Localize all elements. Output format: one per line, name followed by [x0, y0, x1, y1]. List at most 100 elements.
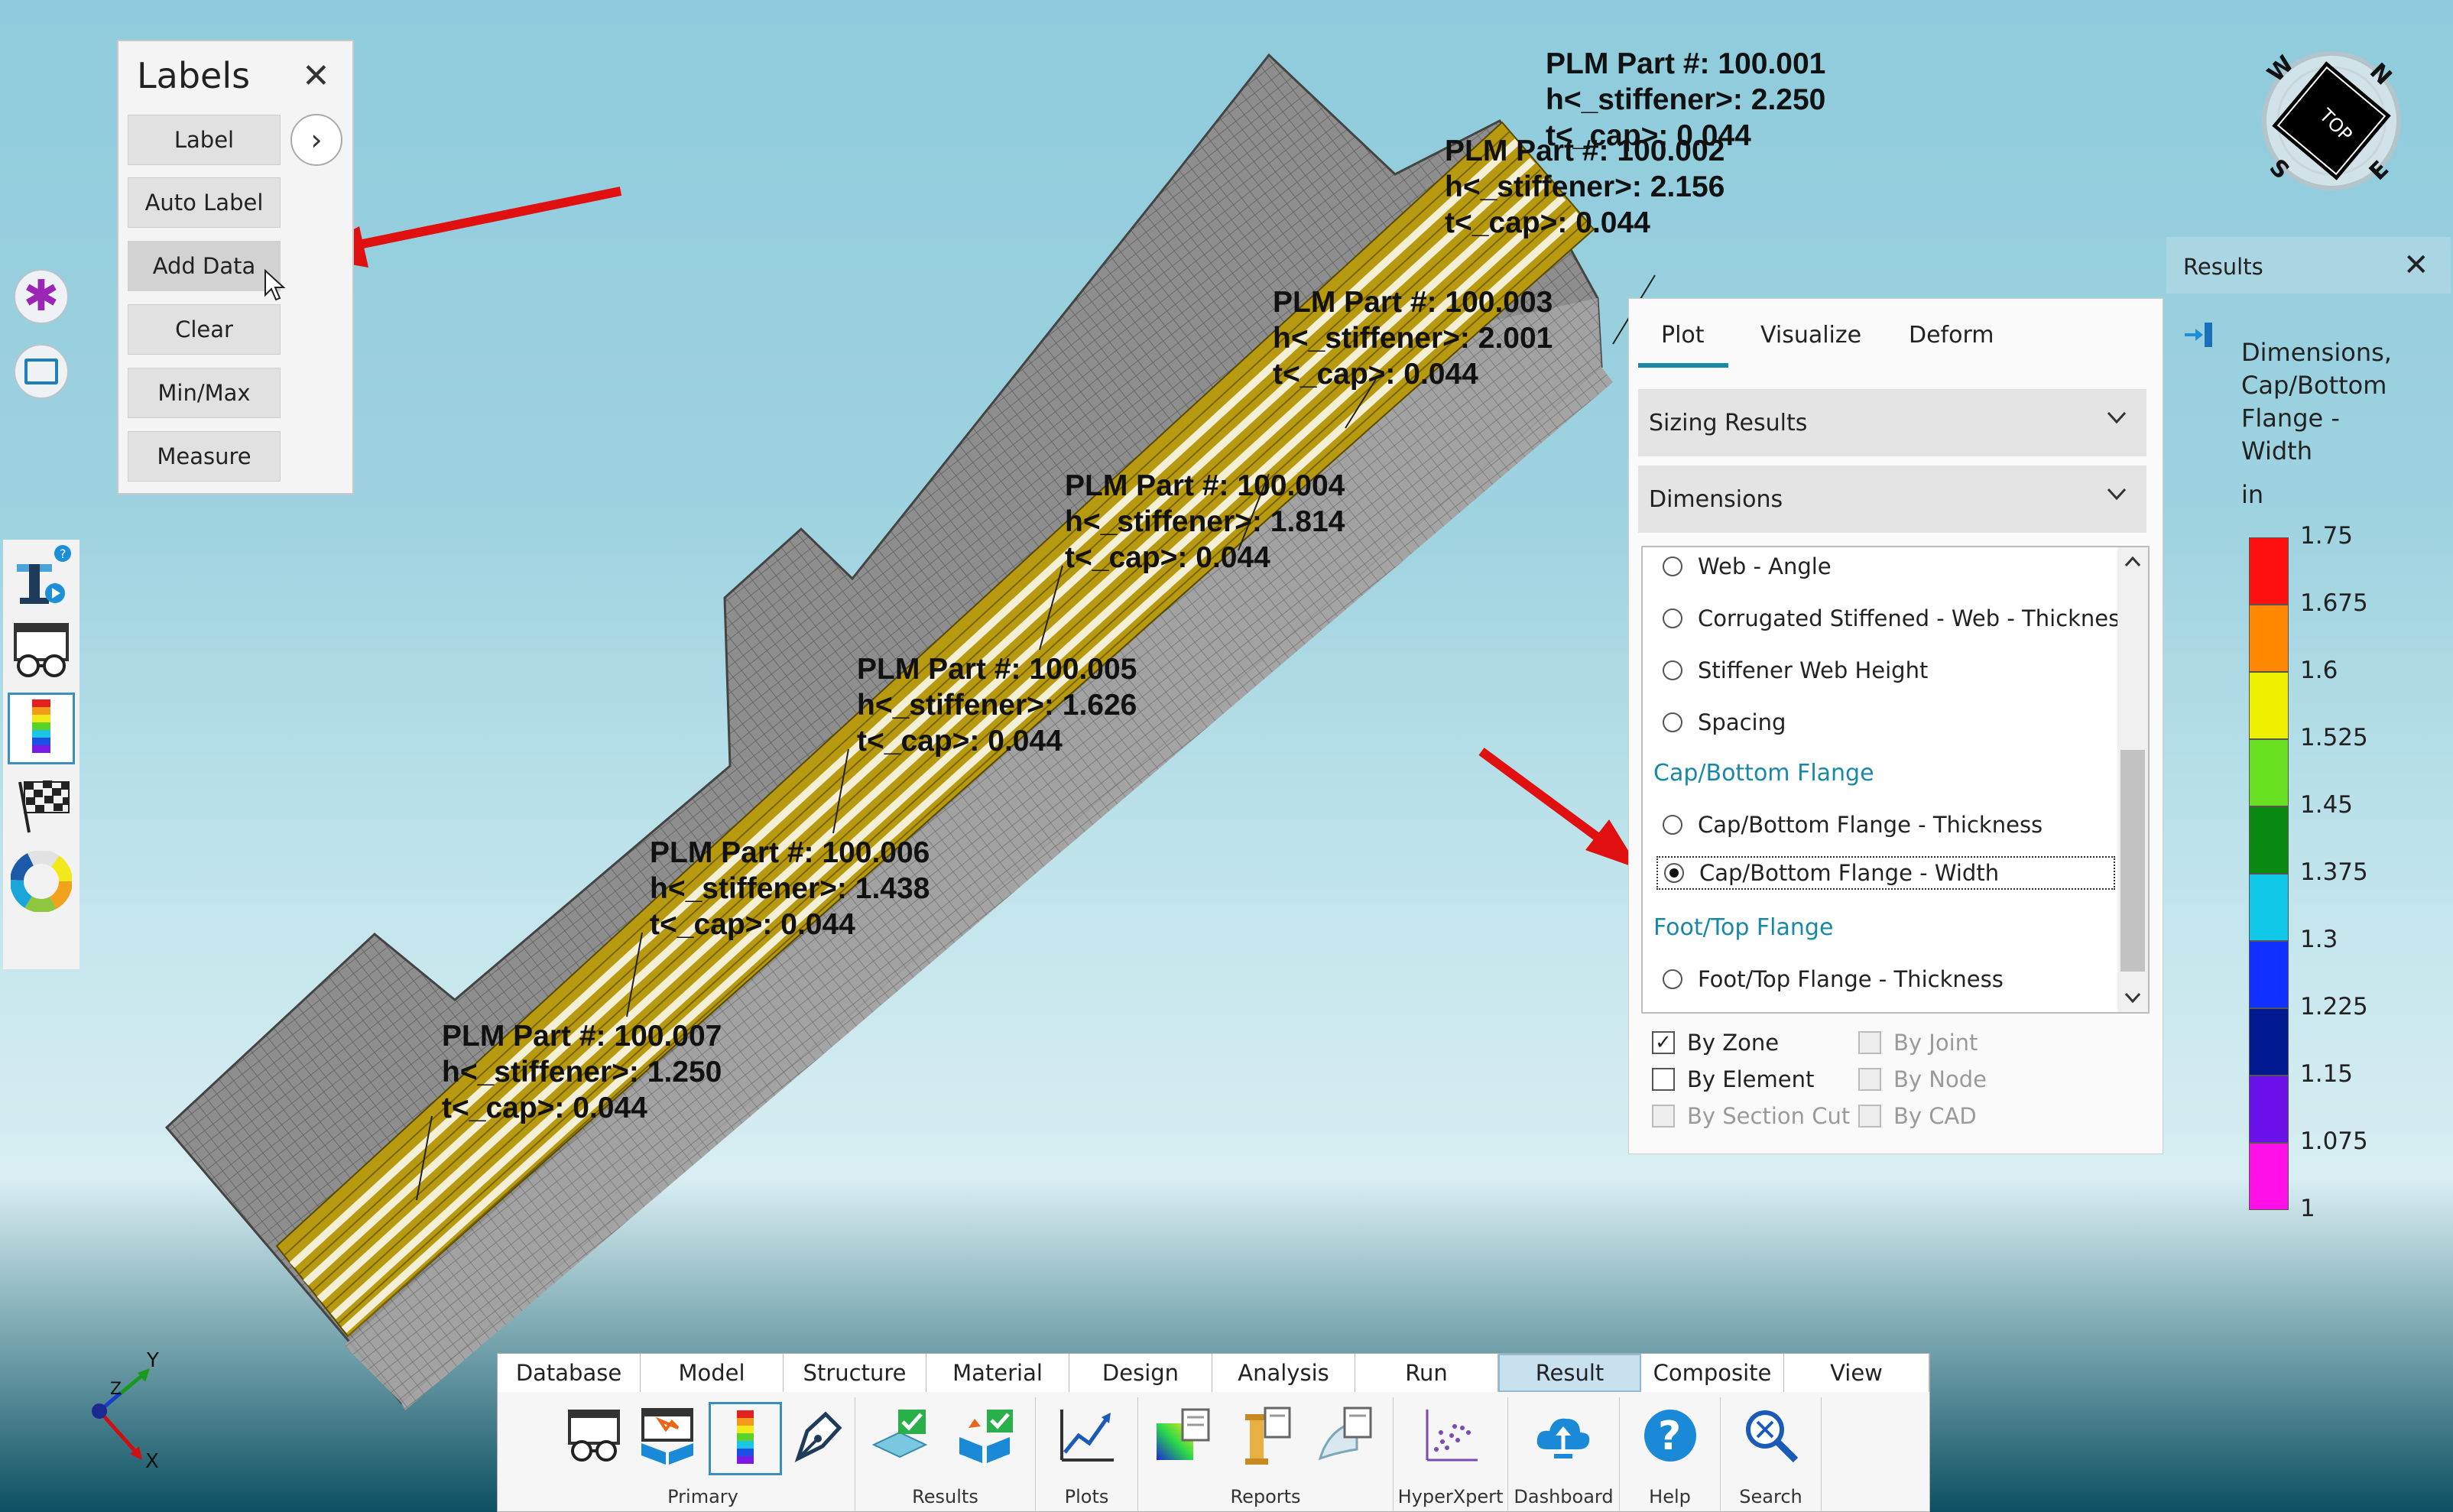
tab-deform[interactable]: Deform — [1909, 322, 1994, 349]
list-item[interactable]: Spacing — [1663, 709, 1786, 735]
tab-model[interactable]: Model — [641, 1354, 784, 1392]
tab-plot[interactable]: Plot — [1661, 322, 1705, 349]
results-book-check-icon[interactable] — [952, 1402, 1019, 1469]
tab-visualize[interactable]: Visualize — [1760, 322, 1861, 349]
contour-legend-icon[interactable] — [8, 693, 75, 764]
checkered-flag-icon[interactable] — [8, 769, 75, 841]
radio-button[interactable] — [1663, 608, 1682, 628]
plm-cap-text: t<_cap>: 0.044 — [442, 1092, 647, 1124]
pin-arrow-icon[interactable] — [2183, 320, 2217, 350]
legend-value: 1.15 — [2300, 1060, 2354, 1088]
dropdown-label: Sizing Results — [1649, 409, 1808, 436]
plm-height-text: h<_stiffener>: 1.626 — [857, 689, 1137, 722]
pen-nib-icon[interactable] — [784, 1402, 852, 1469]
label-button[interactable]: Label — [128, 115, 281, 165]
tab-result[interactable]: Result — [1498, 1354, 1641, 1392]
info-tool-icon[interactable]: ? — [8, 540, 75, 612]
color-wheel-icon[interactable] — [8, 845, 75, 917]
group-label: Results — [912, 1486, 978, 1507]
radio-button[interactable] — [1663, 969, 1682, 989]
legend-swatch — [2249, 941, 2289, 1008]
dropdown-label: Dimensions — [1649, 485, 1783, 513]
tab-structure[interactable]: Structure — [784, 1354, 926, 1392]
auto-label-button[interactable]: Auto Label — [128, 177, 281, 228]
add-data-button[interactable]: Add Data — [128, 241, 281, 291]
help-question-icon[interactable]: ? — [1637, 1402, 1704, 1469]
list-item[interactable]: Corrugated Stiffened - Web - Thickness — [1663, 605, 2131, 631]
legend-swatch — [2249, 605, 2289, 672]
radio-button[interactable] — [1663, 660, 1682, 680]
line-chart-icon[interactable] — [1053, 1402, 1120, 1469]
sizing-results-dropdown[interactable]: Sizing Results — [1638, 389, 2146, 456]
close-icon[interactable]: ✕ — [2403, 248, 2429, 283]
asterisk-icon[interactable]: ✱ — [14, 269, 69, 324]
radio-button[interactable] — [1663, 556, 1682, 576]
radio-button[interactable] — [1663, 815, 1682, 835]
results-unit: in — [2241, 480, 2264, 509]
list-item[interactable]: Foot/Top Flange - Thickness — [1663, 966, 2004, 992]
checkbox-label: By Element — [1687, 1066, 1815, 1092]
chevron-down-icon[interactable] — [2124, 991, 2142, 1006]
measure-button[interactable]: Measure — [128, 431, 281, 482]
contour-legend-icon[interactable] — [709, 1402, 782, 1475]
group-label: Reports — [1230, 1486, 1301, 1507]
heatmap-report-icon[interactable] — [1149, 1402, 1216, 1469]
checkbox-label: By Zone — [1687, 1030, 1780, 1056]
list-item[interactable]: Web - Angle — [1663, 553, 1832, 579]
group-dashboard: Dashboard — [1508, 1397, 1620, 1512]
tab-analysis[interactable]: Analysis — [1212, 1354, 1355, 1392]
search-icon[interactable] — [1738, 1402, 1805, 1469]
scatter-plot-icon[interactable] — [1416, 1402, 1484, 1469]
legend-swatch — [2249, 806, 2289, 874]
tab-design[interactable]: Design — [1069, 1354, 1212, 1392]
surface-report-icon[interactable] — [1311, 1402, 1378, 1469]
list-item[interactable]: Cap/Bottom Flange - Thickness — [1663, 812, 2043, 838]
tab-view[interactable]: View — [1784, 1354, 1929, 1392]
by-element-checkbox[interactable]: By Element — [1652, 1066, 1814, 1092]
dimensions-dropdown[interactable]: Dimensions — [1638, 466, 2146, 533]
dimension-list: Web - Angle Corrugated Stiffened - Web -… — [1641, 546, 2150, 1014]
tab-database[interactable]: Database — [498, 1354, 641, 1392]
legend-value: 1.375 — [2300, 858, 2368, 886]
list-scrollbar[interactable] — [2117, 547, 2148, 1012]
view-compass[interactable]: TOP N E S W — [2255, 44, 2408, 197]
by-zone-checkbox[interactable]: ✓ By Zone — [1652, 1030, 1779, 1056]
labels-panel-title: Labels — [137, 55, 251, 96]
checkbox-box — [1858, 1105, 1881, 1128]
list-item[interactable]: Stiffener Web Height — [1663, 657, 1928, 683]
radio-button[interactable] — [1664, 863, 1684, 883]
list-item-selected[interactable]: Cap/Bottom Flange - Width — [1656, 856, 2115, 890]
tab-material[interactable]: Material — [926, 1354, 1069, 1392]
legend-swatch — [2249, 739, 2289, 806]
rectangle-select-icon[interactable] — [14, 344, 69, 399]
column-report-icon[interactable] — [1230, 1402, 1297, 1469]
radio-button[interactable] — [1663, 712, 1682, 732]
scrollbar-thumb[interactable] — [2120, 750, 2145, 972]
axis-x-label: X — [145, 1450, 159, 1473]
close-icon[interactable]: ✕ — [302, 57, 330, 96]
legend-swatch — [2249, 537, 2289, 605]
chevron-right-icon[interactable]: › — [290, 114, 342, 166]
cloud-upload-icon[interactable] — [1530, 1402, 1597, 1469]
list-item-label: Stiffener Web Height — [1698, 657, 1929, 683]
tab-run[interactable]: Run — [1355, 1354, 1498, 1392]
book-report-icon[interactable] — [634, 1402, 701, 1469]
legend-swatch — [2249, 672, 2289, 739]
min-max-button[interactable]: Min/Max — [128, 368, 281, 418]
results-check-icon[interactable] — [866, 1402, 933, 1469]
viewer-glasses-icon[interactable] — [560, 1402, 628, 1469]
ribbon: Database Model Structure Material Design… — [497, 1353, 1930, 1512]
chevron-up-icon[interactable] — [2124, 553, 2142, 569]
list-item-label: Cap/Bottom Flange - Thickness — [1698, 812, 2043, 838]
legend-value: 1.6 — [2300, 657, 2338, 684]
chevron-down-icon — [2107, 488, 2127, 501]
legend-value: 1 — [2300, 1195, 2315, 1222]
list-item-label: Spacing — [1698, 709, 1786, 735]
checkbox-box — [1652, 1105, 1675, 1128]
group-search: Search — [1721, 1397, 1822, 1512]
plm-cap-text: t<_cap>: 0.044 — [857, 725, 1063, 758]
tab-composite[interactable]: Composite — [1641, 1354, 1784, 1392]
clear-button[interactable]: Clear — [128, 304, 281, 355]
viewer-glasses-icon[interactable] — [8, 616, 75, 688]
plm-part-text: PLM Part #: 100.001 — [1546, 47, 1826, 80]
